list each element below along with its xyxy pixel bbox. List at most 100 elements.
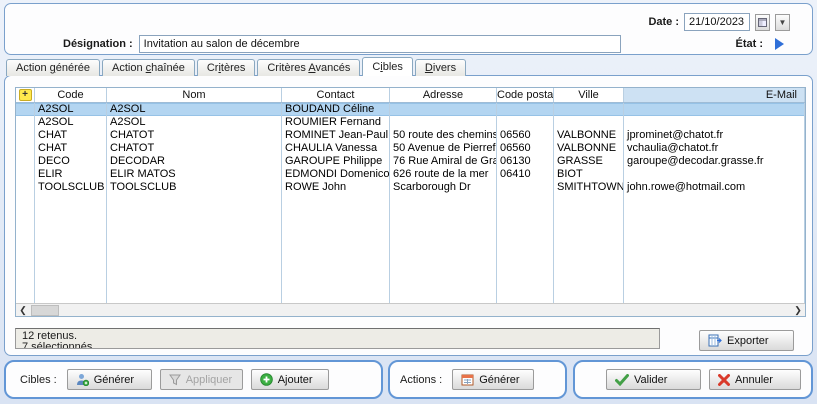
cell-nom: A2SOL [107, 116, 282, 129]
cell-code-postal: 06130 [497, 155, 554, 168]
cell-ville: VALBONNE [554, 142, 624, 155]
designation-input[interactable] [139, 35, 621, 53]
scroll-right-arrow[interactable]: ❯ [791, 304, 805, 316]
appliquer-label: Appliquer [186, 374, 232, 386]
cibles-generer-label: Générer [94, 374, 134, 386]
status-box: 12 retenus. 7 sélectionnés [15, 328, 660, 349]
actions-group: Actions : Générer [388, 360, 567, 399]
column-header-code-postal[interactable]: Code postal [497, 88, 554, 102]
annuler-label: Annuler [735, 374, 773, 386]
tab-label: ivers [433, 62, 456, 74]
column-header-adresse[interactable]: Adresse [390, 88, 497, 102]
table-row[interactable]: A2SOLA2SOLROUMIER Fernand [16, 116, 805, 129]
cross-icon [718, 374, 730, 386]
table-row[interactable]: ELIRELIR MATOSEDMONDI Domenico626 route … [16, 168, 805, 181]
designation-label: Désignation : [63, 38, 133, 50]
cell-ville [554, 103, 624, 116]
cell-contact: ROUMIER Fernand [282, 116, 390, 129]
table-row[interactable]: DECODECODARGAROUPE Philippe76 Rue Amiral… [16, 155, 805, 168]
column-header-nom[interactable]: Nom [107, 88, 282, 102]
horizontal-scrollbar[interactable]: ❮ ❯ [16, 303, 805, 316]
cell-ville [554, 116, 624, 129]
cell-adresse: Scarborough Dr [390, 181, 497, 194]
export-button[interactable]: Exporter [699, 330, 794, 351]
annuler-button[interactable]: Annuler [709, 369, 801, 390]
cell-ville [554, 194, 624, 303]
appliquer-button: Appliquer [160, 369, 243, 390]
status-line-selected: 7 sélectionnés [22, 342, 653, 349]
column-header-code[interactable]: Code [35, 88, 107, 102]
export-table-icon [708, 334, 722, 347]
tab-label: Critères [267, 62, 308, 74]
cell-code: DECO [35, 155, 107, 168]
cell-nom: DECODAR [107, 155, 282, 168]
funnel-icon [169, 374, 181, 386]
cell-contact: BOUDAND Céline [282, 103, 390, 116]
table-row[interactable]: CHATCHATOTROMINET Jean-Paul50 route des … [16, 129, 805, 142]
tab-criteres[interactable]: Critères [197, 59, 256, 76]
valider-button[interactable]: Valider [606, 369, 701, 390]
calendar-icon[interactable] [755, 14, 770, 31]
table-row[interactable]: A2SOLA2SOLBOUDAND Céline [16, 103, 805, 116]
cell-code: CHAT [35, 129, 107, 142]
chevron-down-icon[interactable]: ▼ [775, 14, 790, 31]
cell-code-postal [497, 116, 554, 129]
cell-e-mail: vchaulia@chatot.fr [624, 142, 805, 155]
table-empty-area [16, 194, 805, 303]
cell-code: A2SOL [35, 103, 107, 116]
cell-nom: TOOLSCLUB [107, 181, 282, 194]
tab-label: Action [112, 62, 146, 74]
row-gutter [16, 116, 35, 129]
tab-label: D [425, 62, 433, 74]
cell-contact: GAROUPE Philippe [282, 155, 390, 168]
cell-ville: BIOT [554, 168, 624, 181]
tab-strip: Action généréeAction chaînéeCritèresCrit… [6, 58, 468, 76]
row-gutter [16, 168, 35, 181]
actions-generer-button[interactable]: Générer [452, 369, 534, 390]
plus-circle-icon [260, 373, 273, 386]
play-icon[interactable] [775, 38, 784, 50]
cell-nom: ELIR MATOS [107, 168, 282, 181]
tab-label: Action [16, 62, 50, 74]
ajouter-label: Ajouter [278, 374, 313, 386]
actions-generer-label: Générer [479, 374, 519, 386]
row-gutter [16, 129, 35, 142]
table-body: A2SOLA2SOLBOUDAND CélineA2SOLA2SOLROUMIE… [16, 103, 805, 303]
cell-adresse: 76 Rue Amiral de Grasse [390, 155, 497, 168]
cell-e-mail: garoupe@decodar.grasse.fr [624, 155, 805, 168]
cell-adresse: 626 route de la mer [390, 168, 497, 181]
table-row[interactable]: TOOLSCLUBTOOLSCLUBROWE JohnScarborough D… [16, 181, 805, 194]
header-panel: Date : ▼ Désignation : État : [4, 3, 813, 55]
tab-cibles[interactable]: Cibles [362, 57, 413, 76]
cell-e-mail [624, 168, 805, 181]
tab-action-generee[interactable]: Action générée [6, 59, 100, 76]
actions-group-label: Actions : [400, 374, 442, 386]
date-input[interactable] [684, 13, 750, 31]
cell-ville: VALBONNE [554, 129, 624, 142]
table-row[interactable]: CHATCHATOTCHAULIA Vanessa50 Avenue de Pi… [16, 142, 805, 155]
add-column-button[interactable]: + [16, 88, 35, 102]
cell-code-postal: 06560 [497, 142, 554, 155]
row-gutter [16, 103, 35, 116]
scrollbar-thumb[interactable] [31, 305, 59, 316]
cell-nom: A2SOL [107, 103, 282, 116]
cell-nom: CHATOT [107, 129, 282, 142]
column-header-e-mail[interactable]: E-Mail [624, 88, 805, 102]
column-header-ville[interactable]: Ville [554, 88, 624, 102]
tab-divers[interactable]: Divers [415, 59, 466, 76]
column-header-contact[interactable]: Contact [282, 88, 390, 102]
check-icon [615, 374, 629, 386]
table-header: + CodeNomContactAdresseCode postalVilleE… [16, 88, 805, 103]
ajouter-button[interactable]: Ajouter [251, 369, 329, 390]
scroll-left-arrow[interactable]: ❮ [16, 304, 30, 316]
tab-action-chainee[interactable]: Action chaînée [102, 59, 195, 76]
cell-adresse: 50 Avenue de Pierrefeu [390, 142, 497, 155]
row-gutter [16, 142, 35, 155]
cell-ville: GRASSE [554, 155, 624, 168]
tab-criteres-avances[interactable]: Critères Avancés [257, 59, 360, 76]
cibles-generer-button[interactable]: Générer [67, 369, 152, 390]
tab-label: haînée [151, 62, 185, 74]
cell-adresse: 50 route des chemins blan [390, 129, 497, 142]
cell-contact: ROWE John [282, 181, 390, 194]
cell-contact [282, 194, 390, 303]
